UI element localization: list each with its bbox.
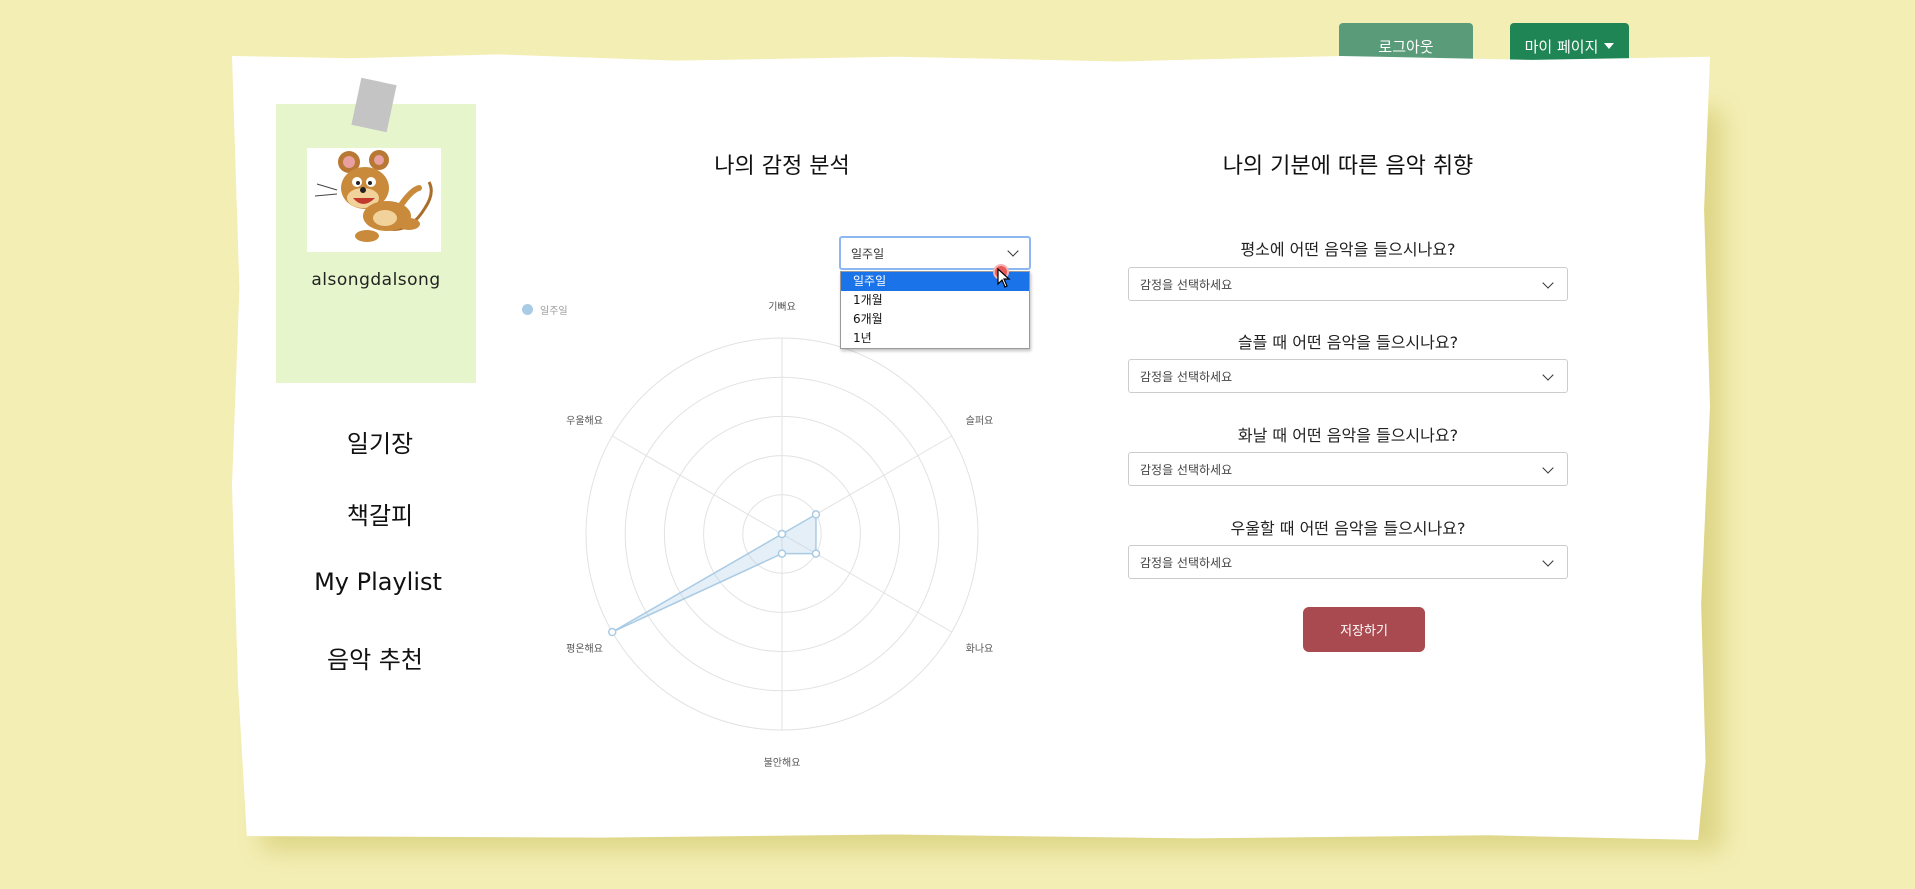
radar-point	[608, 627, 617, 637]
nav-item-my-playlist[interactable]: My Playlist	[288, 568, 468, 596]
period-option[interactable]: 1개월	[841, 291, 1029, 310]
cartoon-mouse-avatar-icon	[314, 150, 433, 242]
question-label: 화날 때 어떤 음악을 들으시나요?	[1237, 426, 1459, 445]
radar-point	[811, 510, 821, 519]
select-placeholder: 감정을 선택하세요	[1140, 277, 1233, 292]
emotion-select[interactable]: 감정을 선택하세요	[1128, 359, 1568, 393]
question-label: 평소에 어떤 음악을 들으시나요?	[1240, 240, 1456, 259]
chevron-down-icon	[1007, 245, 1019, 257]
radar-axis-label: 화나요	[966, 643, 994, 655]
question-label: 슬플 때 어떤 음악을 들으시나요?	[1237, 333, 1459, 352]
radar-axis-label: 불안해요	[764, 756, 801, 769]
emotion-analysis-title: 나의 감정 분석	[714, 154, 850, 179]
chevron-down-icon	[1542, 369, 1554, 381]
chevron-down-icon	[1542, 277, 1554, 289]
period-select-value: 일주일	[851, 246, 885, 261]
emotion-select[interactable]: 감정을 선택하세요	[1128, 545, 1568, 579]
radar-axis-label: 우울해요	[566, 414, 603, 427]
caret-down-icon	[1604, 43, 1615, 49]
nav-item-diary[interactable]: 일기장	[290, 424, 470, 459]
select-placeholder: 감정을 선택하세요	[1140, 369, 1233, 384]
emotion-select[interactable]: 감정을 선택하세요	[1128, 452, 1568, 486]
nav-item-bookmark[interactable]: 책갈피	[290, 496, 470, 531]
question-label: 우울할 때 어떤 음악을 들으시나요?	[1230, 519, 1466, 538]
radar-point	[777, 529, 787, 539]
emotion-radar-chart: 기뻐요슬퍼요화나요불안해요 평온해요 우울해요	[566, 301, 994, 769]
music-pref-title: 나의 기분에 따른 음악 취향	[1222, 154, 1474, 179]
radar-spoke	[612, 435, 783, 535]
select-placeholder: 감정을 선택하세요	[1140, 555, 1233, 570]
select-placeholder: 감정을 선택하세요	[1140, 462, 1233, 477]
username: alsongdalsong	[311, 270, 441, 290]
radar-point	[811, 549, 821, 558]
nav-item-music-recommend[interactable]: 음악 추천	[285, 640, 465, 675]
emotion-select[interactable]: 감정을 선택하세요	[1128, 267, 1568, 301]
avatar	[307, 148, 441, 252]
radar-axis-label: 기뻐요	[768, 301, 796, 313]
mypage-label: 마이 페이지	[1524, 37, 1599, 56]
radar-point	[777, 549, 787, 558]
chevron-down-icon	[1542, 555, 1554, 567]
radar-axis-label: 슬퍼요	[966, 415, 994, 427]
save-button[interactable]: 저장하기	[1303, 607, 1425, 652]
radar-axis-label: 평온해요	[566, 642, 603, 655]
period-option[interactable]: 1년	[841, 329, 1029, 348]
period-option[interactable]: 6개월	[841, 310, 1029, 329]
chevron-down-icon	[1542, 462, 1554, 474]
mouse-pointer-icon	[997, 268, 1011, 288]
